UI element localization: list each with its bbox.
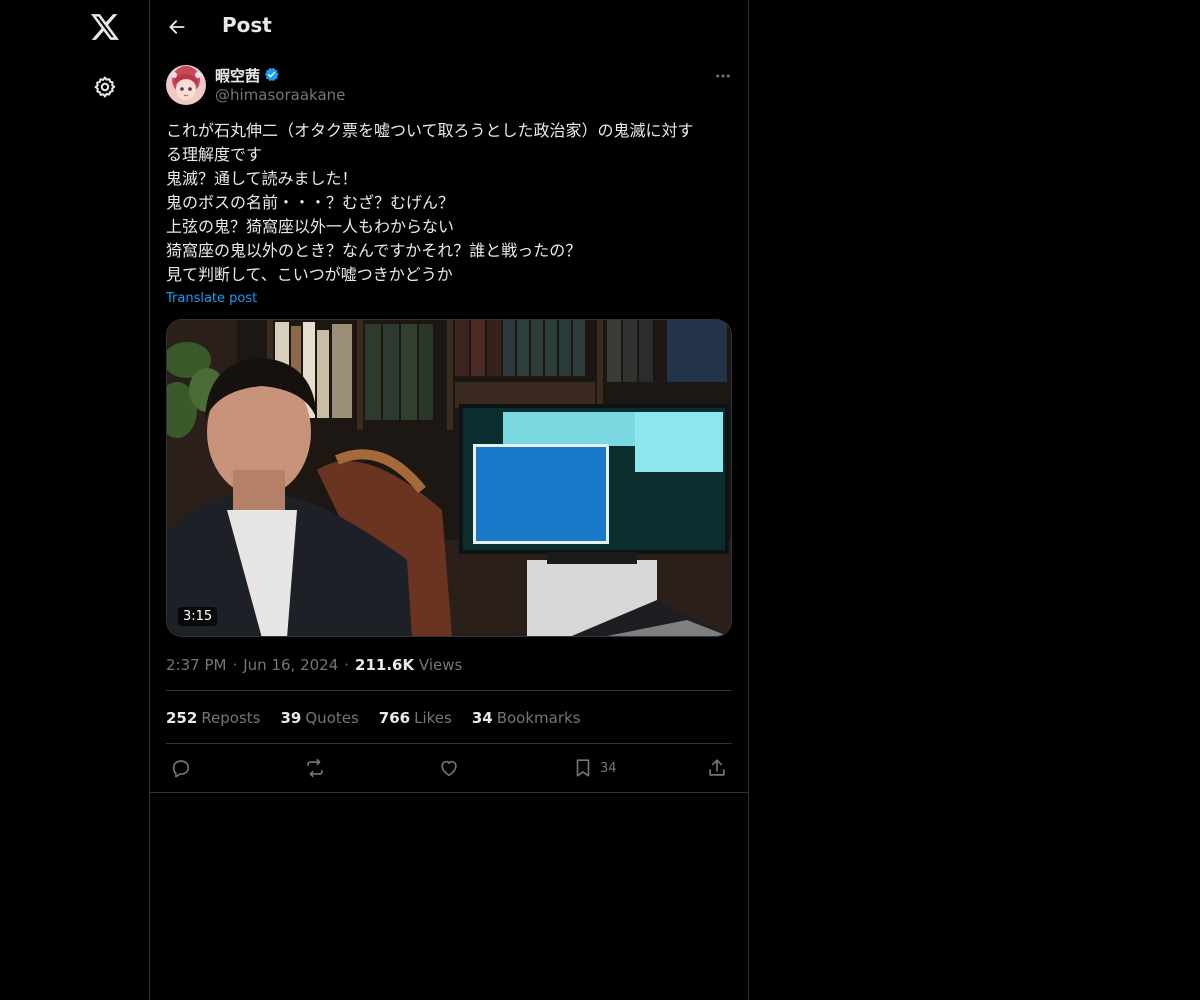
author-handle[interactable]: @himasoraakane [215, 86, 345, 104]
divider [166, 743, 732, 744]
verified-badge-icon [263, 66, 281, 84]
x-logo-icon[interactable] [88, 10, 122, 44]
share-button[interactable] [706, 756, 728, 780]
divider [166, 690, 732, 691]
post-text-line: 見て判断して、こいつが嘘つきかどうか [166, 265, 453, 284]
bookmark-icon [576, 759, 590, 777]
quotes-stat[interactable]: 39 Quotes [281, 709, 359, 727]
views-label: Views [418, 656, 463, 674]
reply-button[interactable] [170, 756, 192, 780]
likes-stat[interactable]: 766 Likes [379, 709, 452, 727]
avatar[interactable] [166, 65, 206, 105]
repost-button[interactable] [304, 756, 326, 780]
post-text-line: る理解度です [166, 145, 263, 164]
bookmarks-label: Bookmarks [496, 709, 581, 727]
post-text-line: 鬼滅？通して読みました！ [166, 169, 358, 188]
bookmarks-stat[interactable]: 34 Bookmarks [472, 709, 581, 727]
views-count: 211.6K [355, 656, 415, 674]
engagement-stats: 252 Reposts 39 Quotes 766 Likes 34 Bookmarks [166, 709, 581, 727]
share-icon [709, 759, 725, 776]
author-display-name[interactable]: 暇空茜 [215, 65, 260, 86]
heart-icon [441, 760, 457, 777]
quotes-count: 39 [280, 709, 302, 727]
bookmark-button[interactable]: 34 [572, 756, 617, 780]
quotes-label: Quotes [305, 709, 359, 727]
page-header: Post [150, 0, 748, 54]
post-author: 暇空茜 @himasoraakane [166, 65, 734, 107]
post-text-line: 鬼のボスの名前・・・？むざ？むげん？ [166, 193, 455, 212]
post-actions: 34 [166, 756, 732, 782]
like-button[interactable] [438, 756, 460, 780]
translate-post-link[interactable]: Translate post [166, 291, 257, 306]
post-time[interactable]: 2:37 PM [166, 656, 226, 674]
reposts-label: Reposts [201, 709, 261, 727]
gear-icon[interactable] [92, 74, 118, 100]
likes-count: 766 [378, 709, 411, 727]
bookmark-count: 34 [600, 760, 617, 776]
video-duration: 3:15 [178, 607, 218, 626]
post-metadata: 2:37 PM · Jun 16, 2024 · 211.6K Views [166, 656, 462, 674]
post-text-line: これが石丸伸二（オタク票を嘘ついて取ろうとした政治家）の鬼滅に対す [166, 121, 694, 140]
reposts-stat[interactable]: 252 Reposts [166, 709, 261, 727]
repost-icon [307, 758, 323, 778]
divider [150, 792, 748, 793]
video-player[interactable]: 3:15 [166, 319, 732, 637]
arrow-left-icon[interactable] [166, 16, 188, 38]
video-thumbnail [167, 320, 731, 636]
more-horizontal-icon[interactable] [712, 65, 734, 87]
primary-column: Post 暇空茜 @himasoraakane これが石丸伸二（オタク票を嘘つい… [149, 0, 749, 1000]
post-text-line: 猗窩座の鬼以外のとき？なんですかそれ？誰と戦ったの？ [166, 241, 582, 260]
post-date[interactable]: Jun 16, 2024 [243, 656, 338, 674]
left-nav [0, 0, 150, 1000]
separator-dot: · [344, 656, 350, 674]
post-text-line: 上弦の鬼？猗窩座以外一人もわからない [166, 217, 455, 236]
reply-icon [172, 760, 190, 778]
post-text: これが石丸伸二（オタク票を嘘ついて取ろうとした政治家）の鬼滅に対す る理解度です… [166, 119, 736, 287]
page-title: Post [222, 13, 272, 37]
separator-dot: · [232, 656, 238, 674]
bookmarks-count: 34 [471, 709, 493, 727]
likes-label: Likes [414, 709, 452, 727]
reposts-count: 252 [166, 709, 198, 727]
